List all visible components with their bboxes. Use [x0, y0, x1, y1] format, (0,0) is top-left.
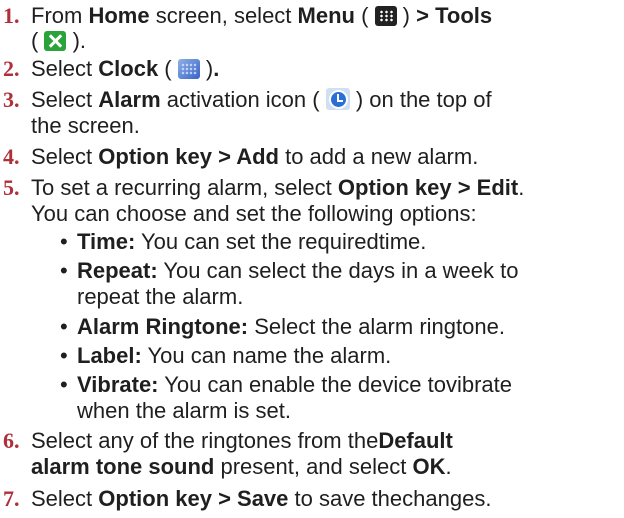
step-number: 6. [3, 428, 20, 453]
clock-icon [177, 59, 200, 79]
step-number: 2. [3, 56, 20, 81]
menu-grid-icon [374, 6, 397, 26]
step-number: 4. [3, 144, 20, 169]
step-number: 3. [3, 87, 20, 112]
step-number: 5. [3, 175, 20, 200]
step-number: 1. [3, 3, 20, 28]
instruction-document: 1. From Home screen, select Menu ( ) > T… [3, 3, 525, 511]
alarm-clock-icon [325, 88, 350, 110]
step-number: 7. [3, 486, 20, 511]
tools-icon [44, 31, 67, 51]
